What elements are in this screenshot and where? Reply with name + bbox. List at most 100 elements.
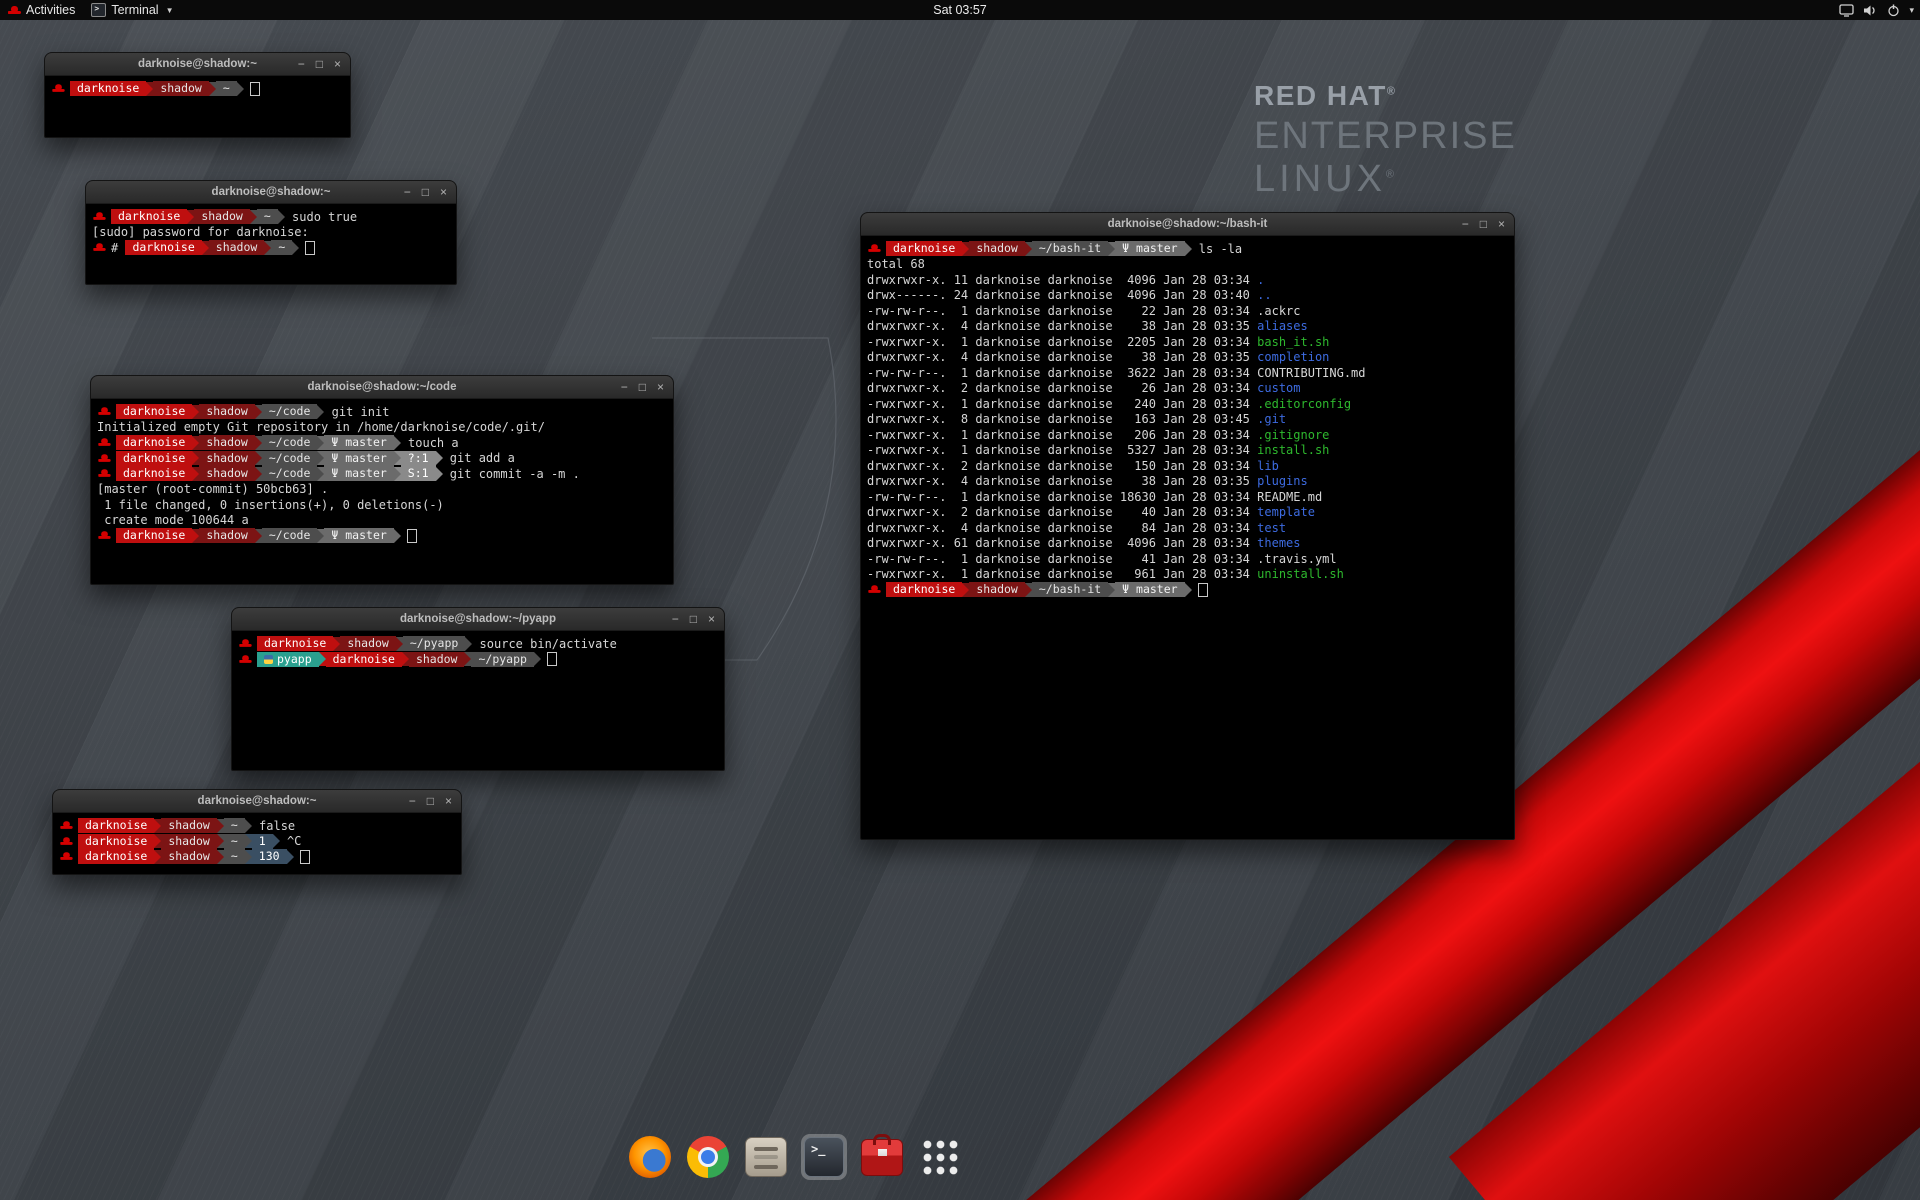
minimize-button[interactable]: −	[409, 795, 416, 807]
powerline-separator	[192, 436, 199, 450]
terminal-line: darknoiseshadow~/codeΨ master?:1 git add…	[97, 451, 667, 467]
prompt-segment-host: shadow	[199, 528, 255, 543]
firefox-icon	[629, 1136, 671, 1178]
terminal-line: -rw-rw-r--. 1 darknoise darknoise 18630 …	[867, 489, 1508, 505]
maximize-button[interactable]: □	[427, 795, 434, 807]
window-titlebar[interactable]: darknoise@shadow:~/pyapp−□×	[232, 608, 724, 631]
powerline-separator	[317, 467, 324, 481]
terminal-text: -rwxrwxr-x. 1 darknoise darknoise 240 Ja…	[867, 397, 1257, 411]
close-button[interactable]: ×	[445, 795, 452, 807]
minimize-button[interactable]: −	[404, 186, 411, 198]
window-titlebar[interactable]: darknoise@shadow:~/bash-it −□ ×	[861, 213, 1514, 236]
powerline-separator	[464, 652, 471, 666]
clock[interactable]: Sat 03:57	[0, 3, 1920, 17]
close-button[interactable]: ×	[1498, 218, 1505, 230]
terminal-text: custom	[1257, 381, 1300, 395]
prompt-segment-git: Ψ master	[1115, 582, 1184, 597]
prompt-segment-user: darknoise	[116, 528, 192, 543]
terminal-window: darknoise@shadow:~−□×darknoiseshadow~ fa…	[52, 789, 462, 875]
terminal-body[interactable]: darknoiseshadow~ sudo true[sudo] passwor…	[86, 204, 456, 260]
powerline-separator	[192, 405, 199, 419]
minimize-button[interactable]: −	[621, 381, 628, 393]
minimize-button[interactable]: −	[672, 613, 679, 625]
terminal-text: .gitignore	[1257, 428, 1329, 442]
powerline-separator	[394, 467, 401, 481]
terminal-body[interactable]: darknoiseshadow~/code git initInitialize…	[91, 399, 673, 548]
prompt-segment-user: darknoise	[257, 636, 333, 651]
redhat-prompt-icon	[239, 654, 251, 664]
maximize-button[interactable]: □	[639, 381, 646, 393]
maximize-button[interactable]: □	[316, 58, 323, 70]
minimize-button[interactable]: −	[298, 58, 305, 70]
terminal-text: -rwxrwxr-x. 1 darknoise darknoise 2205 J…	[867, 335, 1257, 349]
close-button[interactable]: ×	[334, 58, 341, 70]
terminal-line: -rwxrwxr-x. 1 darknoise darknoise 5327 J…	[867, 443, 1508, 459]
close-button[interactable]: ×	[708, 613, 715, 625]
powerline-separator	[1025, 583, 1032, 597]
window-controls: −□ ×	[672, 608, 715, 630]
prompt-segment-git: Ψ master	[324, 451, 393, 466]
powerline-separator	[146, 82, 153, 96]
redhat-prompt-icon	[98, 407, 110, 417]
powerline-separator	[217, 819, 224, 833]
terminal-text: git init	[324, 405, 389, 419]
window-titlebar[interactable]: darknoise@shadow:~−□×	[45, 53, 350, 76]
maximize-button[interactable]: □	[1480, 218, 1487, 230]
prompt-segment-git: Ψ master	[324, 528, 393, 543]
powerline-separator	[250, 210, 257, 224]
prompt-segment-host: shadow	[153, 81, 209, 96]
prompt-segment-path: ~	[224, 818, 245, 833]
terminal-text: drwxrwxr-x. 4 darknoise darknoise 84 Jan…	[867, 521, 1257, 535]
terminal-line: -rwxrwxr-x. 1 darknoise darknoise 961 Ja…	[867, 567, 1508, 583]
dock-item-terminal[interactable]	[801, 1134, 847, 1180]
terminal-text: plugins	[1257, 474, 1308, 488]
window-title: darknoise@shadow:~/bash-it	[1108, 218, 1268, 230]
terminal-text: false	[252, 819, 295, 833]
terminal-line: drwxrwxr-x. 2 darknoise darknoise 26 Jan…	[867, 381, 1508, 397]
terminal-text: -rwxrwxr-x. 1 darknoise darknoise 5327 J…	[867, 443, 1257, 457]
close-button[interactable]: ×	[440, 186, 447, 198]
powerline-separator	[394, 436, 401, 450]
minimize-button[interactable]: −	[1462, 218, 1469, 230]
dock-item-chrome[interactable]	[685, 1134, 731, 1180]
terminal-text: .git	[1257, 412, 1286, 426]
powerline-separator	[317, 451, 324, 465]
maximize-button[interactable]: □	[690, 613, 697, 625]
maximize-button[interactable]: □	[422, 186, 429, 198]
terminal-text: test	[1257, 521, 1286, 535]
close-button[interactable]: ×	[657, 381, 664, 393]
terminal-text: Initialized empty Git repository in /hom…	[97, 420, 545, 434]
terminal-body[interactable]: darknoiseshadow~/bash-itΨ master ls -lat…	[861, 236, 1514, 602]
system-status-area[interactable]: ▾	[1839, 0, 1914, 20]
terminal-text: .editorconfig	[1257, 397, 1351, 411]
window-titlebar[interactable]: darknoise@shadow:~/code−□×	[91, 376, 673, 399]
terminal-line: darknoiseshadow~/bash-itΨ master	[867, 582, 1508, 598]
terminal-body[interactable]: darknoiseshadow~/pyapp source bin/activa…	[232, 631, 724, 671]
prompt-segment-user: darknoise	[78, 834, 154, 849]
terminal-text: themes	[1257, 536, 1300, 550]
window-titlebar[interactable]: darknoise@shadow:~−□×	[53, 790, 461, 813]
terminal-text: .	[1257, 273, 1264, 287]
terminal-body[interactable]: darknoiseshadow~	[45, 76, 350, 101]
terminal-line: drwxrwxr-x. 4 darknoise darknoise 38 Jan…	[867, 474, 1508, 490]
terminal-line: -rwxrwxr-x. 1 darknoise darknoise 240 Ja…	[867, 396, 1508, 412]
dock-item-toolbox[interactable]	[859, 1134, 905, 1180]
terminal-cursor	[305, 241, 315, 255]
dock-item-firefox[interactable]	[627, 1134, 673, 1180]
dock-item-files[interactable]	[743, 1134, 789, 1180]
prompt-segment-host: shadow	[161, 834, 217, 849]
window-controls: −□ ×	[409, 790, 452, 812]
terminal-text: aliases	[1257, 319, 1308, 333]
redhat-prompt-icon	[60, 852, 72, 862]
terminal-body[interactable]: darknoiseshadow~ falsedarknoiseshadow~1 …	[53, 813, 461, 869]
terminal-text: drwx------. 24 darknoise darknoise 4096 …	[867, 288, 1257, 302]
terminal-line: -rwxrwxr-x. 1 darknoise darknoise 206 Ja…	[867, 427, 1508, 443]
terminal-window: darknoise@shadow:~−□×darknoiseshadow~ su…	[85, 180, 457, 285]
powerline-separator	[317, 436, 324, 450]
terminal-window: darknoise@shadow:~/pyapp−□×darknoiseshad…	[231, 607, 725, 771]
prompt-segment-path: ~	[216, 81, 237, 96]
terminal-text: drwxrwxr-x. 2 darknoise darknoise 26 Jan…	[867, 381, 1257, 395]
window-titlebar[interactable]: darknoise@shadow:~−□×	[86, 181, 456, 204]
powerline-separator	[465, 637, 472, 651]
dock-item-app-grid[interactable]	[917, 1134, 963, 1180]
